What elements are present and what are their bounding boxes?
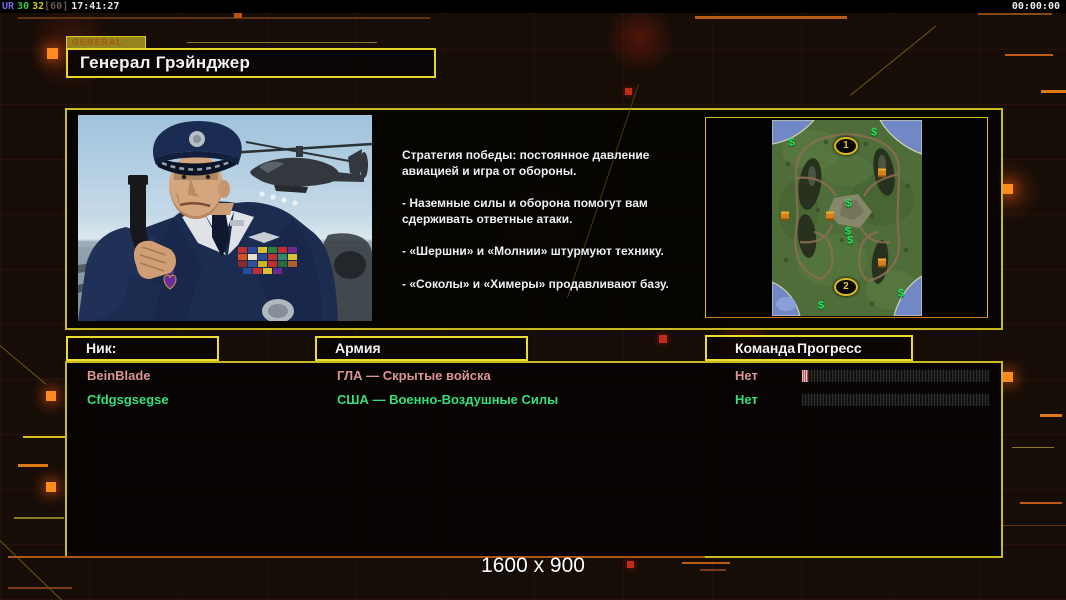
deco-square: [47, 48, 58, 59]
start-position-marker: 1: [833, 137, 858, 156]
deco-line: [187, 42, 377, 43]
deco-line: [978, 13, 1052, 15]
general-portrait-art: [78, 115, 372, 321]
player-army: США — Военно-Воздушные Силы: [337, 392, 559, 407]
tech-building-icon: [826, 211, 835, 221]
deco-line: [695, 16, 847, 19]
player-army: ГЛА — Скрытые войска: [337, 368, 491, 383]
deco-square: [659, 335, 667, 343]
player-progress-bar: [802, 394, 989, 407]
debug-value: 32: [32, 1, 45, 12]
page-title: Генерал Грэйнджер: [66, 48, 436, 78]
player-progress-fill: [802, 370, 808, 382]
supply-dock-icon: $: [846, 234, 854, 247]
deco-line: [18, 464, 48, 467]
deco-square: [1003, 372, 1013, 382]
player-rows: BeinBlade ГЛА — Скрытые войска Нет Cfdgsgse…: [67, 366, 1001, 414]
deco-square: [625, 88, 632, 95]
resolution-label: 1600 x 900: [481, 554, 585, 577]
tech-building-icon: [877, 258, 886, 268]
system-clock: 17:41:27: [71, 1, 120, 12]
strategy-text: Стратегия победы: постоянное давление ав…: [402, 148, 702, 309]
player-nick: Cfdgsgsegse: [87, 392, 169, 407]
player-team: Нет: [735, 392, 758, 407]
general-info-panel: Стратегия победы: постоянное давление ав…: [65, 84, 1003, 330]
map-markers-overlay: 1 2 $ $ $ $ $ $ $: [772, 120, 922, 316]
deco-line: [1005, 54, 1053, 56]
column-header-army: Армия: [315, 336, 528, 361]
deco-diagonal: [0, 345, 46, 385]
column-header-team-progress: Команда Прогресс: [705, 335, 913, 361]
deco-line: [1020, 502, 1062, 504]
deco-line: [1041, 90, 1066, 93]
strategy-paragraph: - «Соколы» и «Химеры» продавливают базу.: [402, 276, 669, 291]
deco-line: [1012, 447, 1054, 448]
players-panel: BeinBlade ГЛА — Скрытые войска Нет Cfdgsgse…: [65, 361, 1003, 558]
map-preview: 1 2 $ $ $ $ $ $ $: [772, 120, 922, 316]
column-header-progress: Прогресс: [797, 340, 862, 356]
start-position-marker: 2: [833, 277, 858, 296]
player-progress-bar: [802, 370, 989, 383]
supply-dock-icon: $: [788, 136, 795, 149]
deco-square: [46, 391, 56, 401]
deco-line: [23, 436, 68, 438]
column-header-team: Команда: [735, 340, 795, 356]
supply-dock-icon: $: [870, 126, 878, 139]
deco-line: [14, 517, 64, 519]
match-timer: 00:00:00: [1011, 1, 1060, 12]
supply-dock-icon: $: [817, 299, 825, 312]
supply-dock-icon: $: [845, 197, 852, 210]
deco-square: [46, 482, 56, 492]
strategy-paragraph: - «Шершни» и «Молнии» штурмуют технику.: [402, 244, 664, 258]
player-nick: BeinBlade: [87, 368, 151, 383]
strategy-paragraph: - Наземные силы и оборона помогут вам сд…: [402, 196, 648, 226]
deco-diagonal: [850, 25, 937, 96]
general-portrait: [78, 115, 372, 321]
tech-building-icon: [781, 211, 790, 221]
game-lobby-screen: UR 30 32[60] 17:41:27 00:00:00 GENERAL Гене…: [0, 0, 1066, 600]
deco-line: [1040, 414, 1062, 417]
deco-line: [8, 587, 72, 589]
status-bar: UR 30 32[60] 17:41:27 00:00:00: [0, 0, 1066, 13]
player-row: BeinBlade ГЛА — Скрытые войска Нет: [67, 366, 1001, 390]
fps-cap: [60]: [44, 1, 69, 12]
column-header-nick: Ник:: [66, 336, 219, 361]
player-team: Нет: [735, 368, 758, 383]
debug-readout: UR 30 32[60] 17:41:27: [2, 0, 122, 13]
supply-dock-icon: $: [897, 287, 905, 300]
debug-label: UR: [2, 1, 15, 12]
tech-building-icon: [877, 168, 886, 178]
deco-line: [18, 17, 430, 19]
deco-square: [1003, 184, 1013, 194]
player-row: Cfdgsgsegse США — Военно-Воздушные Силы Не…: [67, 390, 1001, 414]
fps-value: 30: [17, 1, 30, 12]
map-preview-panel: 1 2 $ $ $ $ $ $ $: [705, 117, 988, 318]
strategy-paragraph: Стратегия победы: постоянное давление ав…: [402, 148, 650, 178]
